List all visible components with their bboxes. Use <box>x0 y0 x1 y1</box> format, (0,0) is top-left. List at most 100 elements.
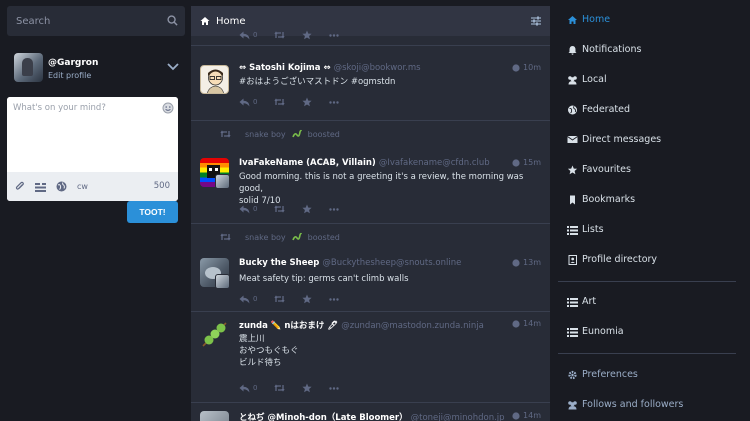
account-username[interactable]: @Gargron <box>48 58 98 68</box>
retweet-icon <box>220 233 231 241</box>
more-button[interactable] <box>329 100 340 104</box>
bookmark-icon <box>570 195 575 204</box>
sliders-icon[interactable] <box>531 16 541 26</box>
ellipsis-icon <box>329 207 340 211</box>
status[interactable]: とねぢ @Minoh-don（Late Bloomer） @toneji@mino… <box>191 403 550 421</box>
emoji-picker-icon[interactable] <box>162 102 174 114</box>
status-author[interactable]: IvaFakeName (ACAB, Villain) @Ivafakename@… <box>239 158 490 168</box>
more-button[interactable] <box>329 297 340 301</box>
address-book-icon <box>568 254 577 265</box>
nav-lists[interactable]: Lists <box>567 224 604 235</box>
compose-toolbar: cw <box>7 172 178 201</box>
status-author[interactable]: zunda ✏️ nはおまけ 🖊 @zundan@mastodon.zunda.n… <box>239 319 484 331</box>
more-button[interactable] <box>329 207 340 211</box>
booster-name[interactable]: snake boy <box>245 233 286 242</box>
boost-button[interactable] <box>274 384 286 392</box>
reply-icon <box>239 98 250 106</box>
favourite-button[interactable] <box>302 204 313 214</box>
booster-name[interactable]: snake boy <box>245 130 286 139</box>
nav-bookmarks[interactable]: Bookmarks <box>567 194 635 205</box>
retweet-icon <box>274 205 286 213</box>
nav-home[interactable]: Home <box>567 14 610 25</box>
content-warning-button[interactable]: cw <box>77 182 88 191</box>
status-timestamp[interactable]: 15m <box>512 158 541 167</box>
globe-icon <box>512 411 520 420</box>
status-avatar[interactable] <box>200 411 229 421</box>
ellipsis-icon <box>329 386 340 390</box>
chevron-down-icon[interactable] <box>167 63 179 71</box>
toot-button[interactable]: TOOT! <box>127 201 178 223</box>
nav-federated[interactable]: Federated <box>567 104 630 115</box>
status-avatar[interactable] <box>200 65 229 94</box>
status-author[interactable]: とねぢ @Minoh-don（Late Bloomer） @toneji@mino… <box>239 411 505 421</box>
compose-form: cw 500 <box>7 97 178 201</box>
retweet-icon <box>274 31 286 39</box>
avatar-illustration <box>207 69 224 93</box>
gear-icon <box>568 370 577 379</box>
globe-icon[interactable] <box>56 181 67 192</box>
status[interactable]: ⇔ Satoshi Kojima ⇔ @skoji@bookwor.ms 10m … <box>191 56 550 121</box>
status-content: #おはようございマストドン #ogmstdn <box>239 77 396 87</box>
status-timestamp[interactable]: 14m <box>512 411 541 420</box>
status-author[interactable]: ⇔ Satoshi Kojima ⇔ @skoji@bookwor.ms <box>239 63 421 73</box>
ellipsis-icon <box>329 100 340 104</box>
nav-list-eunomia[interactable]: Eunomia <box>567 326 624 337</box>
boost-button[interactable] <box>274 205 286 213</box>
booster-avatar[interactable] <box>215 274 230 289</box>
paperclip-icon[interactable] <box>15 181 25 192</box>
envelope-icon <box>567 136 578 143</box>
globe-icon <box>512 63 520 72</box>
boost-button[interactable] <box>274 295 286 303</box>
nav-local[interactable]: Local <box>567 74 607 85</box>
booster-avatar[interactable] <box>215 174 230 189</box>
status-timestamp[interactable]: 13m <box>512 258 541 267</box>
more-button[interactable] <box>329 386 340 390</box>
account-header: @Gargron Edit profile <box>7 53 185 87</box>
status-timestamp[interactable]: 14m <box>512 319 541 328</box>
favourite-button[interactable] <box>302 97 313 107</box>
reply-icon <box>239 205 250 213</box>
reply-button[interactable]: 0 <box>239 98 257 107</box>
nav-profile-directory[interactable]: Profile directory <box>567 254 657 265</box>
home-icon <box>200 17 210 25</box>
status[interactable]: zunda ✏️ nはおまけ 🖊 @zundan@mastodon.zunda.n… <box>191 312 550 403</box>
more-button[interactable] <box>329 33 340 37</box>
users-icon <box>568 75 577 84</box>
reply-button[interactable]: 0 <box>239 295 257 304</box>
status-author[interactable]: Bucky the Sheep @Buckythesheep@snouts.onl… <box>239 258 461 268</box>
star-icon <box>567 165 578 174</box>
poll-icon[interactable] <box>35 182 46 192</box>
character-counter: 500 <box>153 181 170 191</box>
nav-favourites[interactable]: Favourites <box>567 164 631 175</box>
list-icon <box>567 327 578 337</box>
avatar[interactable] <box>14 53 43 82</box>
favourite-button[interactable] <box>302 294 313 304</box>
boost-button[interactable] <box>274 98 286 106</box>
search-input[interactable] <box>7 6 185 36</box>
boost-button[interactable] <box>274 31 286 39</box>
reply-button[interactable]: 0 <box>239 384 257 393</box>
status[interactable]: snake boy boosted IvaFakeName (ACAB, Vil… <box>191 121 550 224</box>
edit-profile-link[interactable]: Edit profile <box>48 71 91 80</box>
reply-icon <box>239 384 250 392</box>
retweet-icon <box>274 98 286 106</box>
edamame-icon <box>202 322 227 347</box>
compose-textarea[interactable] <box>7 97 178 172</box>
column-title: Home <box>216 15 246 27</box>
status-avatar[interactable] <box>200 320 229 349</box>
status-actions: 0 <box>239 204 340 214</box>
nav-direct-messages[interactable]: Direct messages <box>567 134 661 145</box>
status[interactable]: snake boy boosted Bucky the Sheep @Buckyt… <box>191 224 550 312</box>
favourite-button[interactable] <box>302 30 313 40</box>
nav-follows-and-followers[interactable]: Follows and followers <box>567 399 683 410</box>
search-icon[interactable] <box>167 15 178 26</box>
nav-list-art[interactable]: Art <box>567 296 596 307</box>
nav-preferences[interactable]: Preferences <box>567 369 638 380</box>
status-timestamp[interactable]: 10m <box>512 63 541 72</box>
reply-button[interactable]: 0 <box>239 31 257 40</box>
favourite-button[interactable] <box>302 383 313 393</box>
reply-button[interactable]: 0 <box>239 205 257 214</box>
nav-notifications[interactable]: Notifications <box>567 44 641 55</box>
snake-emoji-icon <box>291 129 302 138</box>
star-icon <box>302 294 313 304</box>
